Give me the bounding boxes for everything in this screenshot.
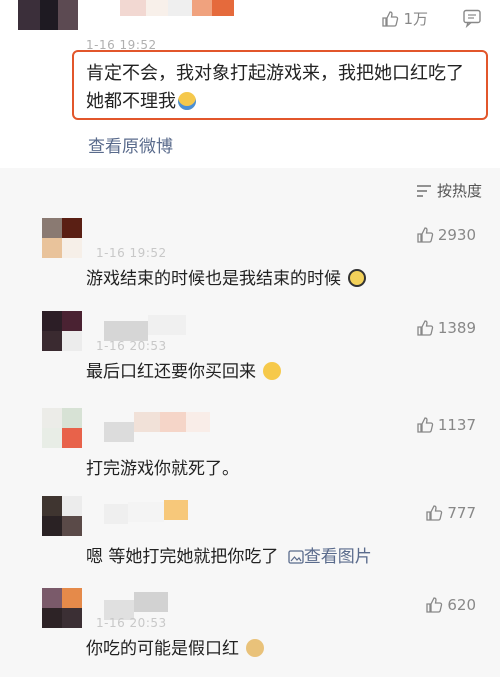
comment-text-body: 你吃的可能是假口红 <box>86 639 239 659</box>
reply-button[interactable] <box>462 8 482 32</box>
comment-text: 打完游戏你就死了。 <box>86 454 239 479</box>
list-item: 1-16 20:53 1389 最后口红还要你买回来 <box>0 301 500 396</box>
thumbs-up-icon <box>417 227 434 243</box>
like-button[interactable]: 777 <box>425 504 476 522</box>
sort-by-hot-button[interactable]: 按热度 <box>416 180 482 201</box>
list-item: 1-16 20:53 620 你吃的可能是假口红 <box>0 578 500 673</box>
like-count: 620 <box>447 596 476 614</box>
list-item: 777 嗯 等她打完她就把你吃了 查看图片 <box>0 486 500 581</box>
like-button[interactable]: 620 <box>425 596 476 614</box>
laughing-face-emoji-icon <box>263 362 282 380</box>
thumbs-up-icon <box>426 597 443 613</box>
like-button[interactable]: 1137 <box>416 416 476 434</box>
like-count: 1137 <box>437 416 476 434</box>
comment-text-body: 最后口红还要你买回来 <box>86 362 256 382</box>
crying-face-emoji-icon <box>348 269 367 287</box>
comment-text-body: 打完游戏你就死了。 <box>86 459 239 479</box>
comment-time: 1-16 20:53 <box>96 339 167 353</box>
thumbs-up-icon <box>417 320 434 336</box>
comment-text: 肯定不会，我对象打起游戏来，我把她口红吃了她都不理我 <box>86 60 480 116</box>
shrug-emoji-icon <box>178 92 196 110</box>
list-item: 1-16 19:52 2930 游戏结束的时候也是我结束的时候 <box>0 208 500 303</box>
like-count: 1389 <box>437 319 476 337</box>
original-comment-card: 1万 1-16 19:52 肯定不会，我对象打起游戏来，我把她口红吃了她都不理我… <box>0 0 500 168</box>
like-button[interactable]: 1万 <box>381 8 428 29</box>
username[interactable] <box>120 0 240 18</box>
thumbs-up-icon <box>426 505 443 521</box>
list-item: 1137 打完游戏你就死了。 <box>0 398 500 493</box>
avatar[interactable] <box>18 0 78 30</box>
view-image-label: 查看图片 <box>303 547 372 567</box>
comment-text-body: 嗯 等她打完她就把你吃了 <box>86 547 279 567</box>
like-count: 1万 <box>403 10 428 28</box>
avatar[interactable] <box>42 496 82 536</box>
comment-text: 最后口红还要你买回来 <box>86 357 282 382</box>
thumbs-up-icon <box>382 10 399 27</box>
like-count: 777 <box>447 504 476 522</box>
sort-icon <box>416 184 431 197</box>
comment-text-body: 游戏结束的时候也是我结束的时候 <box>86 269 341 289</box>
comment-bubble-icon <box>463 9 481 29</box>
avatar[interactable] <box>42 311 82 351</box>
like-button[interactable]: 2930 <box>416 226 476 244</box>
avatar[interactable] <box>42 588 82 628</box>
like-count: 2930 <box>437 226 476 244</box>
comment-text: 嗯 等她打完她就把你吃了 查看图片 <box>86 542 372 567</box>
thumbs-up-icon <box>417 417 434 433</box>
comment-time: 1-16 19:52 <box>96 246 167 260</box>
comment-time: 1-16 20:53 <box>96 616 167 630</box>
view-image-link[interactable]: 查看图片 <box>288 547 372 567</box>
comment-text: 你吃的可能是假口红 <box>86 634 265 659</box>
sort-label: 按热度 <box>436 182 482 200</box>
comment-list: 按热度 1-16 19:52 2930 游戏结束的时候也是我结束的时候 1-16… <box>0 168 500 677</box>
avatar[interactable] <box>42 218 82 258</box>
doge-emoji-icon <box>246 639 265 657</box>
like-button[interactable]: 1389 <box>416 319 476 337</box>
comment-text: 游戏结束的时候也是我结束的时候 <box>86 264 367 289</box>
avatar[interactable] <box>42 408 82 448</box>
view-original-weibo-link[interactable]: 查看原微博 <box>88 132 173 157</box>
comment-text-body: 肯定不会，我对象打起游戏来，我把她口红吃了她都不理我 <box>86 63 464 112</box>
image-icon <box>288 550 304 564</box>
